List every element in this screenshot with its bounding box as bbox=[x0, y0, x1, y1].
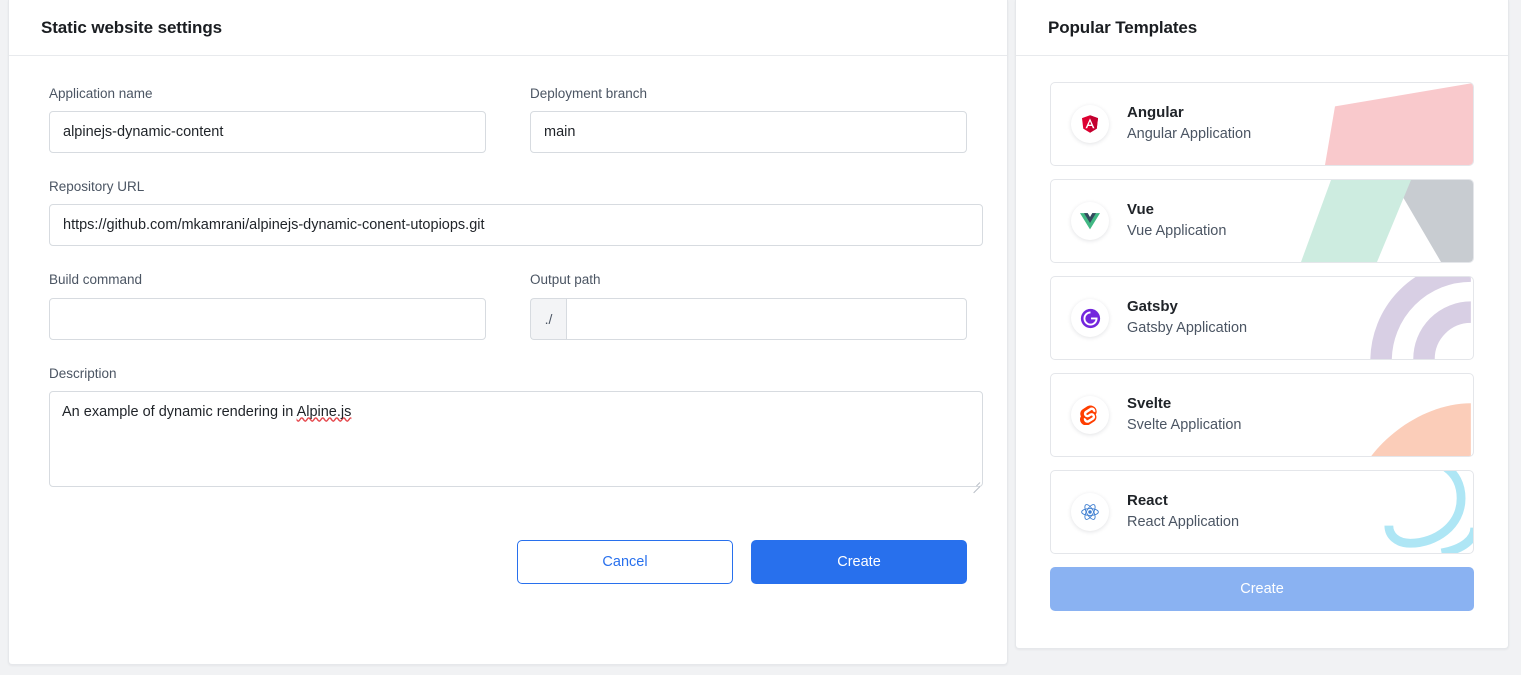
application-name-input[interactable] bbox=[49, 111, 486, 154]
build-command-label: Build command bbox=[49, 272, 143, 288]
templates-panel-header: Popular Templates bbox=[1016, 0, 1508, 56]
deployment-branch-label: Deployment branch bbox=[530, 86, 648, 101]
template-description: Svelte Application bbox=[1127, 416, 1242, 433]
vue-text: Vue Vue Application bbox=[1127, 200, 1226, 241]
form-row-2: Build command Output path ./ bbox=[49, 272, 967, 365]
templates-title: Popular Templates bbox=[1048, 17, 1198, 37]
templates-create-button[interactable]: Create bbox=[1050, 567, 1474, 611]
description-textarea[interactable] bbox=[49, 390, 983, 487]
templates-list: Angular Angular Application Vue Vue Appl… bbox=[1016, 56, 1508, 611]
gatsby-text: Gatsby Gatsby Application bbox=[1127, 297, 1247, 338]
repository-url-input[interactable] bbox=[49, 204, 983, 247]
form-actions: Cancel Create bbox=[9, 518, 1007, 584]
repository-url-label: Repository URL bbox=[49, 179, 145, 195]
template-name: Gatsby bbox=[1127, 298, 1178, 316]
description-textarea-wrapper: An example of dynamic rendering in Alpin… bbox=[49, 390, 983, 493]
gatsby-decoration bbox=[1370, 277, 1472, 359]
application-name-label: Application name bbox=[49, 86, 153, 101]
popular-templates-panel: Popular Templates Angular Angular Applic… bbox=[1015, 0, 1509, 649]
gatsby-icon bbox=[1071, 299, 1109, 337]
output-path-input-group: ./ bbox=[530, 297, 967, 340]
template-card-svelte[interactable]: Svelte Svelte Application bbox=[1050, 373, 1474, 457]
template-name: Angular bbox=[1127, 104, 1184, 122]
svelte-text: Svelte Svelte Application bbox=[1127, 394, 1241, 435]
angular-decoration bbox=[1325, 83, 1473, 165]
deployment-branch-input[interactable] bbox=[530, 111, 967, 154]
angular-text: Angular Angular Application bbox=[1127, 103, 1251, 144]
create-button[interactable]: Create bbox=[751, 539, 967, 584]
output-path-field-group: Output path ./ bbox=[530, 272, 967, 340]
template-description: React Application bbox=[1127, 513, 1240, 530]
template-name: Svelte bbox=[1127, 395, 1172, 413]
react-icon bbox=[1071, 493, 1109, 531]
vue-decoration bbox=[1301, 180, 1473, 262]
repository-url-field-group: Repository URL bbox=[49, 179, 983, 247]
react-text: React React Application bbox=[1127, 491, 1239, 532]
template-name: React bbox=[1127, 492, 1168, 510]
build-command-field-group: Build command bbox=[49, 272, 486, 340]
template-description: Vue Application bbox=[1127, 222, 1227, 239]
description-field-group: Description An example of dynamic render… bbox=[49, 365, 983, 493]
deployment-branch-field-group: Deployment branch bbox=[530, 86, 967, 154]
app-screen: Static website settings Application name… bbox=[0, 0, 1521, 675]
svelte-icon bbox=[1071, 396, 1109, 434]
page-title: Static website settings bbox=[41, 17, 222, 37]
svelte-decoration bbox=[1371, 403, 1471, 456]
react-decoration bbox=[1384, 471, 1473, 553]
settings-form: Application name Deployment branch Repos… bbox=[9, 56, 1007, 493]
static-website-settings-panel: Static website settings Application name… bbox=[8, 0, 1008, 665]
description-label: Description bbox=[49, 365, 117, 381]
output-path-prefix: ./ bbox=[530, 297, 566, 340]
template-card-gatsby[interactable]: Gatsby Gatsby Application bbox=[1050, 276, 1474, 360]
template-description: Angular Application bbox=[1127, 125, 1252, 142]
cancel-button[interactable]: Cancel bbox=[517, 539, 733, 584]
angular-icon bbox=[1071, 105, 1109, 143]
template-card-react[interactable]: React React Application bbox=[1050, 470, 1474, 554]
output-path-label: Output path bbox=[530, 272, 601, 288]
template-card-vue[interactable]: Vue Vue Application bbox=[1050, 179, 1474, 263]
template-description: Gatsby Application bbox=[1127, 319, 1248, 336]
template-card-angular[interactable]: Angular Angular Application bbox=[1050, 82, 1474, 166]
vue-icon bbox=[1071, 202, 1109, 240]
build-command-input[interactable] bbox=[49, 297, 486, 340]
output-path-input[interactable] bbox=[566, 297, 967, 340]
template-name: Vue bbox=[1127, 201, 1154, 219]
form-row-1: Application name Deployment branch bbox=[49, 86, 967, 179]
panel-header: Static website settings bbox=[9, 0, 1007, 56]
application-name-field-group: Application name bbox=[49, 86, 486, 154]
